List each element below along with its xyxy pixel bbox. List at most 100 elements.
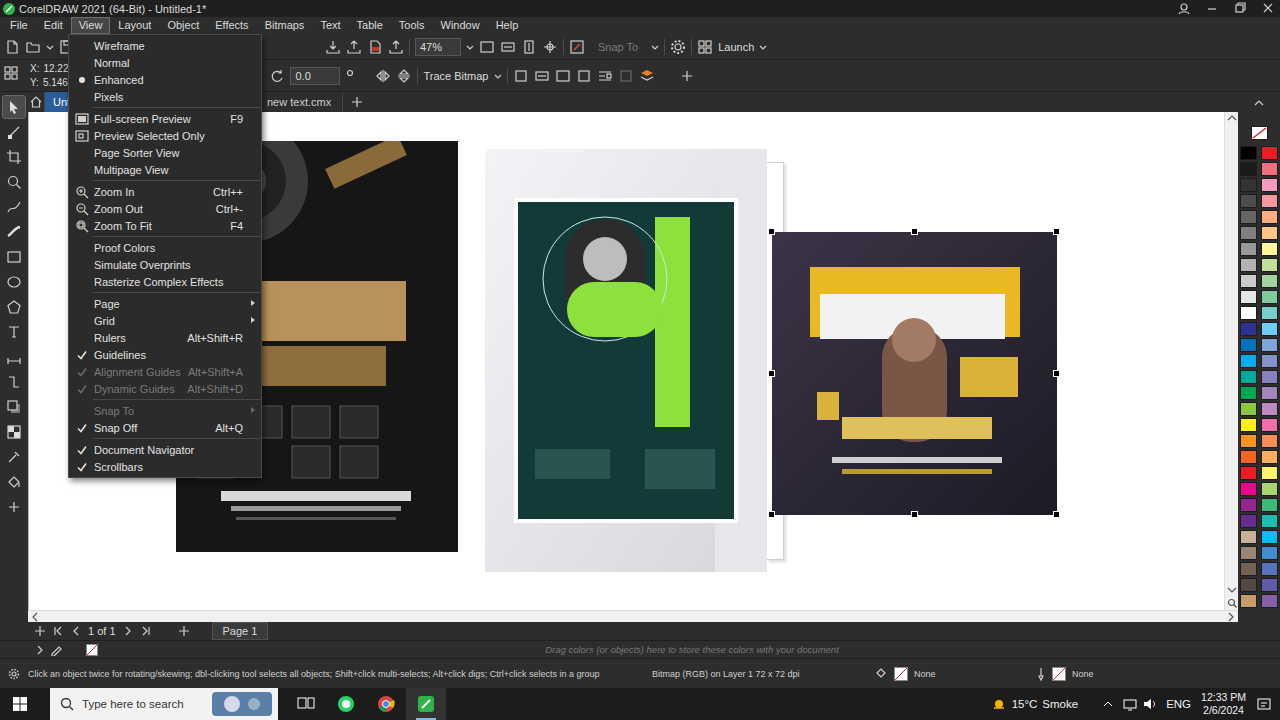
rotation-field[interactable]: 0.0: [290, 67, 340, 85]
menu-10[interactable]: Window: [433, 17, 488, 34]
color-swatch[interactable]: [1261, 242, 1278, 256]
toolbox-tool[interactable]: [3, 196, 25, 218]
pdf-icon[interactable]: [367, 39, 383, 55]
color-swatch[interactable]: [1240, 162, 1257, 176]
crop-bitmap-icon[interactable]: [534, 68, 550, 84]
mirror-vertical-icon[interactable]: [396, 68, 412, 84]
trace-bitmap-button[interactable]: Trace Bitmap: [423, 70, 488, 82]
color-swatch[interactable]: [1261, 562, 1278, 576]
new-tab-button[interactable]: [343, 92, 371, 112]
show-hidden-icons-icon[interactable]: [1102, 698, 1114, 710]
scroll-left-icon[interactable]: [31, 612, 39, 622]
color-swatch[interactable]: [1261, 418, 1278, 432]
mirror-horizontal-icon[interactable]: [375, 68, 391, 84]
dropdown-icon[interactable]: [46, 43, 54, 51]
pencil-icon[interactable]: [50, 644, 62, 656]
color-swatch[interactable]: [1240, 370, 1257, 384]
color-swatch[interactable]: [1240, 434, 1257, 448]
full-screen-icon[interactable]: [479, 39, 495, 55]
toolbox-tool[interactable]: [3, 346, 25, 368]
selection-handle[interactable]: [768, 228, 775, 235]
print-icon[interactable]: [388, 39, 404, 55]
new-document-icon[interactable]: [4, 39, 20, 55]
toolbox-tool[interactable]: [3, 296, 25, 318]
menu-item[interactable]: Simulate Overprints: [69, 256, 261, 273]
vertical-scrollbar[interactable]: [1224, 112, 1238, 610]
dropdown-icon[interactable]: [759, 43, 767, 51]
color-swatch[interactable]: [1240, 530, 1257, 544]
page-tab[interactable]: Page 1: [212, 622, 269, 640]
toolbox-tool[interactable]: [3, 496, 25, 518]
color-swatch[interactable]: [1261, 578, 1278, 592]
menu-1[interactable]: Edit: [36, 17, 71, 34]
home-tab[interactable]: [28, 92, 45, 112]
color-swatch[interactable]: [1240, 242, 1257, 256]
color-swatch[interactable]: [1261, 274, 1278, 288]
weather-widget[interactable]: 15°CSmoke: [991, 696, 1079, 712]
taskbar-app[interactable]: [286, 688, 326, 720]
edit-bitmap-icon[interactable]: [513, 68, 529, 84]
color-swatch[interactable]: [1240, 354, 1257, 368]
menu-8[interactable]: Table: [349, 17, 391, 34]
selection-handle[interactable]: [768, 370, 775, 377]
menu-item[interactable]: Scrollbars: [69, 458, 261, 475]
menu-item[interactable]: RulersAlt+Shift+R: [69, 329, 261, 346]
menu-9[interactable]: Tools: [391, 17, 433, 34]
color-swatch[interactable]: [1240, 210, 1257, 224]
next-page-icon[interactable]: [122, 625, 134, 637]
toolbox-tool[interactable]: [3, 96, 25, 118]
menu-item[interactable]: Grid: [69, 312, 261, 329]
add-page-before-icon[interactable]: [34, 625, 46, 637]
dropdown-icon[interactable]: [466, 43, 474, 51]
menu-4[interactable]: Object: [159, 17, 207, 34]
menu-3[interactable]: Layout: [110, 17, 159, 34]
selection-handle[interactable]: [911, 228, 918, 235]
color-swatch[interactable]: [1240, 306, 1257, 320]
menu-item[interactable]: Document Navigator: [69, 441, 261, 458]
color-swatch[interactable]: [1240, 594, 1257, 608]
taskbar-app[interactable]: [406, 688, 446, 720]
color-swatch[interactable]: [1261, 530, 1278, 544]
color-swatch[interactable]: [1261, 498, 1278, 512]
color-swatch[interactable]: [1261, 290, 1278, 304]
color-swatch[interactable]: [1240, 562, 1257, 576]
resample-icon[interactable]: [555, 68, 571, 84]
toolbox-tool[interactable]: [3, 446, 25, 468]
first-page-icon[interactable]: [52, 625, 64, 637]
dropdown-icon[interactable]: [494, 72, 502, 80]
toolbox-tool[interactable]: [3, 321, 25, 343]
zoom-small-icon[interactable]: [1227, 598, 1237, 608]
menu-11[interactable]: Help: [488, 17, 527, 34]
color-swatch[interactable]: [1261, 338, 1278, 352]
menu-item[interactable]: Pixels: [69, 88, 261, 105]
toolbox-tool[interactable]: [3, 146, 25, 168]
photography-studio-mockup[interactable]: [485, 149, 767, 572]
saturday-party-flyer[interactable]: [772, 232, 1057, 515]
color-swatch[interactable]: [1240, 146, 1257, 160]
color-swatch[interactable]: [1240, 338, 1257, 352]
scroll-down-icon[interactable]: [1227, 586, 1237, 594]
palette-scroll-up-icon[interactable]: [1253, 98, 1265, 108]
selection-handle[interactable]: [1053, 228, 1060, 235]
toolbox-tool[interactable]: [3, 246, 25, 268]
close-icon[interactable]: [1256, 0, 1280, 17]
menu-item[interactable]: Rasterize Complex Effects: [69, 273, 261, 290]
no-color-icon[interactable]: [86, 644, 98, 656]
color-swatch[interactable]: [1240, 226, 1257, 240]
menu-6[interactable]: Bitmaps: [257, 17, 313, 34]
y-value[interactable]: 5.146: [43, 76, 68, 89]
menu-item[interactable]: Preview Selected Only: [69, 127, 261, 144]
launch-button[interactable]: Launch: [718, 41, 754, 53]
toolbox-tool[interactable]: [3, 421, 25, 443]
previous-page-icon[interactable]: [70, 625, 82, 637]
color-swatch[interactable]: [1240, 418, 1257, 432]
zoom-height-icon[interactable]: [521, 39, 537, 55]
input-language[interactable]: ENG: [1166, 698, 1191, 710]
bitmap-mask-icon[interactable]: [576, 68, 592, 84]
color-swatch[interactable]: [1240, 498, 1257, 512]
last-page-icon[interactable]: [140, 625, 152, 637]
restore-icon[interactable]: [1228, 0, 1252, 17]
color-swatch[interactable]: [1240, 450, 1257, 464]
horizontal-scrollbar[interactable]: [28, 610, 1238, 622]
expand-icon[interactable]: [36, 645, 44, 655]
